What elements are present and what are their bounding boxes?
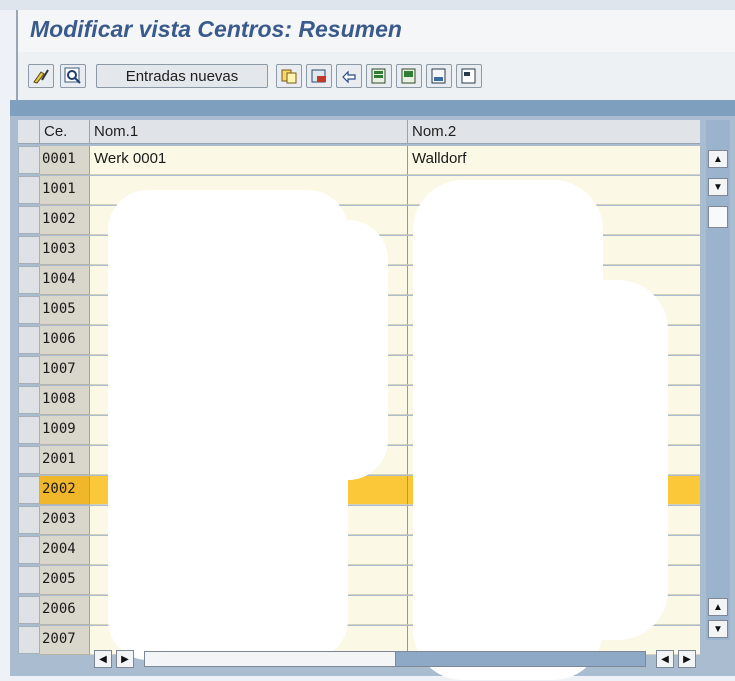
cell-ce[interactable]: 1006 xyxy=(40,326,90,355)
edit-display-toggle-button[interactable] xyxy=(28,64,54,88)
title-bar: Modificar vista Centros: Resumen xyxy=(16,10,735,52)
select-all-button[interactable] xyxy=(366,64,392,88)
row-selector[interactable] xyxy=(18,356,40,384)
cell-nom2[interactable]: Walldorf xyxy=(408,146,700,175)
copy-icon xyxy=(281,69,297,84)
select-all-rows-cell[interactable] xyxy=(18,120,40,144)
deselect-all-button[interactable] xyxy=(426,64,452,88)
undo-change-button[interactable] xyxy=(336,64,362,88)
details-icon xyxy=(461,68,476,84)
row-selector[interactable] xyxy=(18,536,40,564)
row-selector[interactable] xyxy=(18,236,40,264)
toolbar-separator xyxy=(10,100,735,116)
select-all-icon xyxy=(371,68,386,84)
row-selector[interactable] xyxy=(18,416,40,444)
redaction-mark xyxy=(268,220,388,480)
new-entries-button[interactable]: Entradas nuevas xyxy=(96,64,268,88)
find-icon xyxy=(64,67,81,84)
delete-button[interactable] xyxy=(306,64,332,88)
scroll-up-button[interactable]: ▲ xyxy=(708,150,728,168)
page-up-button[interactable]: ▲ xyxy=(708,598,728,616)
cell-ce[interactable]: 2003 xyxy=(40,506,90,535)
row-selector[interactable] xyxy=(18,626,40,654)
column-header-nom2[interactable]: Nom.2 xyxy=(408,120,700,144)
cell-ce[interactable]: 2001 xyxy=(40,446,90,475)
window-frame xyxy=(0,0,735,10)
cell-ce[interactable]: 2006 xyxy=(40,596,90,625)
column-header-nom1[interactable]: Nom.1 xyxy=(90,120,408,144)
row-selector[interactable] xyxy=(18,206,40,234)
scroll-thumb[interactable] xyxy=(708,206,728,228)
cell-ce[interactable]: 1007 xyxy=(40,356,90,385)
undo-icon xyxy=(342,70,356,84)
scroll-right-end-button[interactable]: ▶ xyxy=(678,650,696,668)
find-button[interactable] xyxy=(60,64,86,88)
row-selector[interactable] xyxy=(18,296,40,324)
details-button[interactable] xyxy=(456,64,482,88)
horizontal-scroll-track[interactable] xyxy=(144,651,646,667)
select-block-icon xyxy=(401,68,416,84)
cell-ce[interactable]: 1005 xyxy=(40,296,90,325)
select-block-button[interactable] xyxy=(396,64,422,88)
page-title: Modificar vista Centros: Resumen xyxy=(30,16,402,42)
table-row: 0001 Werk 0001 Walldorf xyxy=(18,146,700,176)
row-selector[interactable] xyxy=(18,476,40,504)
cell-ce[interactable]: 2002 xyxy=(40,476,90,505)
edit-display-icon xyxy=(33,69,49,84)
scroll-right-button[interactable]: ▶ xyxy=(116,650,134,668)
row-selector[interactable] xyxy=(18,386,40,414)
cell-ce[interactable]: 2004 xyxy=(40,536,90,565)
cell-ce[interactable]: 1001 xyxy=(40,176,90,205)
row-selector[interactable] xyxy=(18,446,40,474)
application-toolbar: Entradas nuevas xyxy=(16,52,735,100)
scroll-left-end-button[interactable]: ◀ xyxy=(656,650,674,668)
row-selector[interactable] xyxy=(18,176,40,204)
cell-ce[interactable]: 1004 xyxy=(40,266,90,295)
cell-ce[interactable]: 1009 xyxy=(40,416,90,445)
row-selector[interactable] xyxy=(18,266,40,294)
cell-ce[interactable]: 0001 xyxy=(40,146,90,175)
horizontal-scrollbar[interactable]: ◀ ▶ ◀ ▶ xyxy=(92,648,702,670)
delete-icon xyxy=(311,69,326,83)
deselect-all-icon xyxy=(431,68,446,84)
horizontal-scroll-thumb[interactable] xyxy=(145,652,396,666)
page-down-button[interactable]: ▼ xyxy=(708,620,728,638)
scroll-left-button[interactable]: ◀ xyxy=(94,650,112,668)
redaction-mark xyxy=(558,280,668,640)
cell-nom1[interactable]: Werk 0001 xyxy=(90,146,408,175)
scroll-down-button[interactable]: ▼ xyxy=(708,178,728,196)
row-selector[interactable] xyxy=(18,326,40,354)
row-selector[interactable] xyxy=(18,146,40,174)
cell-ce[interactable]: 1002 xyxy=(40,206,90,235)
row-selector[interactable] xyxy=(18,506,40,534)
cell-ce[interactable]: 2005 xyxy=(40,566,90,595)
cell-ce[interactable]: 1008 xyxy=(40,386,90,415)
row-selector[interactable] xyxy=(18,566,40,594)
column-header-ce[interactable]: Ce. xyxy=(40,120,90,144)
copy-as-button[interactable] xyxy=(276,64,302,88)
cell-ce[interactable]: 1003 xyxy=(40,236,90,265)
vertical-scrollbar[interactable]: ▲ ▼ ▲ ▼ xyxy=(706,120,730,640)
table-control: Ce. Nom.1 Nom.2 0001 Werk 0001 Walldorf … xyxy=(10,116,735,680)
row-selector[interactable] xyxy=(18,596,40,624)
cell-ce[interactable]: 2007 xyxy=(40,626,90,655)
